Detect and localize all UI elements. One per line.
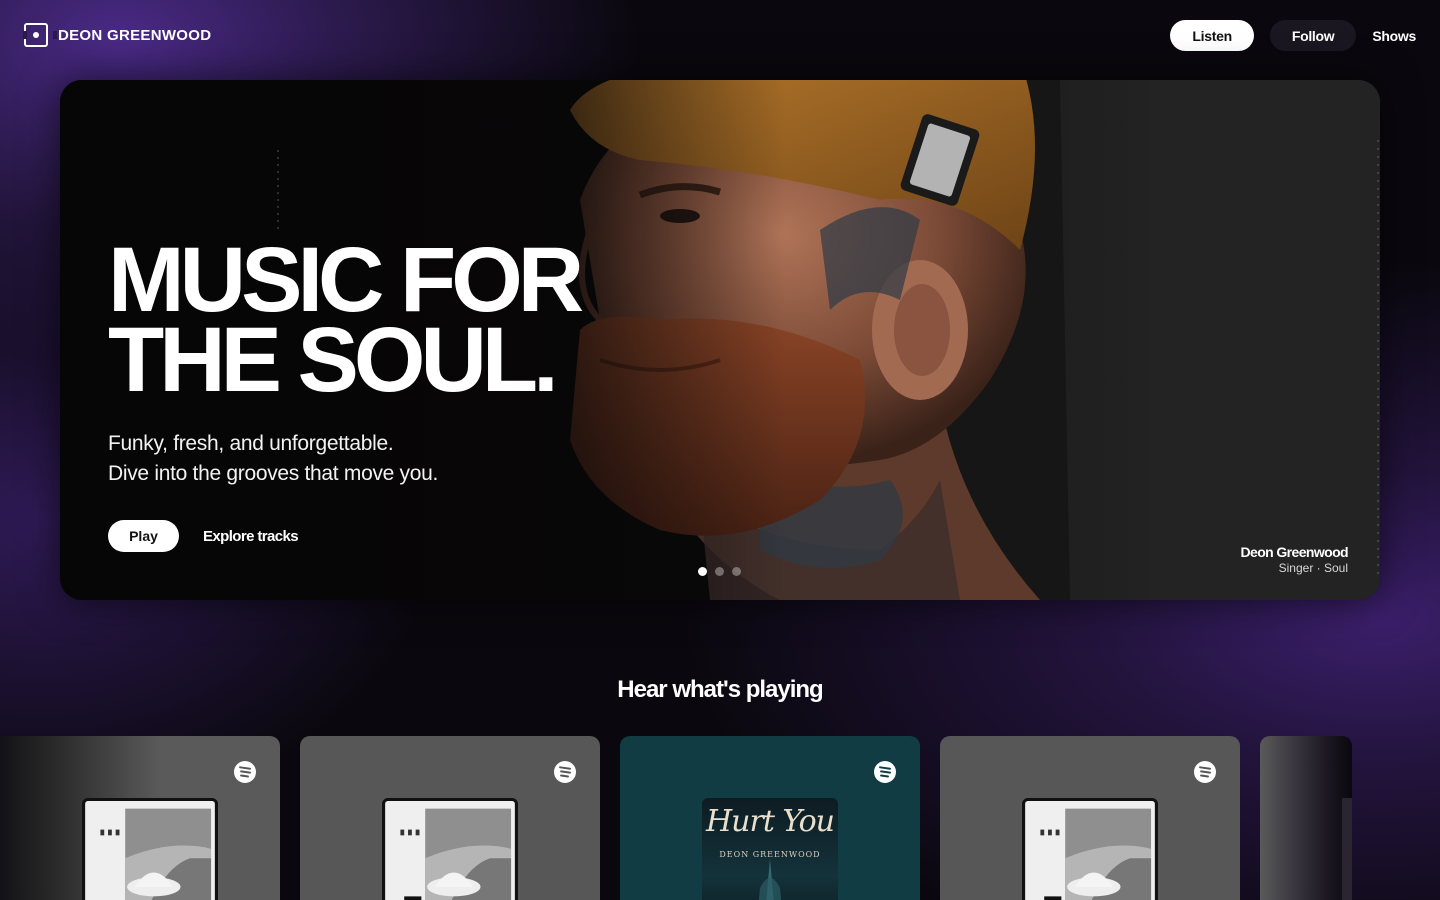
nav-shows-link[interactable]: Shows (1372, 28, 1416, 44)
album-cover-road (82, 798, 218, 900)
brand-logo[interactable]: DEON GREENWOOD (23, 23, 212, 47)
spotify-icon[interactable] (554, 761, 576, 783)
hero-subtitle-line-1: Funky, fresh, and unforgettable. (108, 432, 394, 455)
playlist-card-1[interactable] (0, 736, 280, 900)
brand-mark-icon (23, 23, 57, 47)
section-title: Hear what's playing (617, 676, 823, 703)
album-cover-road (1022, 798, 1158, 900)
site-header: DEON GREENWOOD Listen Follow Shows (0, 0, 1440, 72)
cover-figure (758, 858, 782, 900)
playlist-card-5[interactable] (1260, 736, 1352, 900)
album-cover-hurt-you: Hurt You DEON GREENWOOD (702, 798, 838, 900)
hero-subtitle: Funky, fresh, and unforgettable. Dive in… (108, 429, 438, 489)
hero-title: MUSIC FOR THE SOUL. (108, 229, 668, 411)
album-cover-road (382, 798, 518, 900)
hero-title-line-2: THE SOUL. (108, 309, 559, 411)
hero-banner: MUSIC FOR THE SOUL. Funky, fresh, and un… (60, 80, 1380, 600)
spotify-icon[interactable] (874, 761, 896, 783)
playlist-card-3[interactable]: Hurt You DEON GREENWOOD (620, 736, 920, 900)
main-nav: Listen Follow Shows (1170, 20, 1416, 51)
playlist-card-2[interactable] (300, 736, 600, 900)
carousel-dot-2[interactable] (715, 567, 724, 576)
play-button[interactable]: Play (108, 520, 179, 552)
credit-role: Singer · Soul (1278, 561, 1348, 575)
carousel-dot-1[interactable] (698, 567, 707, 576)
nav-follow-button[interactable]: Follow (1269, 20, 1357, 51)
playlist-carousel: Hurt You DEON GREENWOOD (0, 736, 1440, 900)
brand-name: DEON GREENWOOD (58, 26, 212, 44)
nav-listen-button[interactable]: Listen (1170, 20, 1254, 51)
photo-credit: Deon Greenwood Singer · Soul (1241, 544, 1349, 575)
hero-title-line-1: MUSIC FOR (108, 229, 584, 331)
credit-name: Deon Greenwood (1240, 544, 1349, 560)
spotify-icon[interactable] (1194, 761, 1216, 783)
explore-tracks-link[interactable]: Explore tracks (203, 528, 299, 545)
spotify-icon[interactable] (234, 761, 256, 783)
hero-actions: Play Explore tracks (108, 520, 299, 552)
playlist-card-4[interactable] (940, 736, 1240, 900)
carousel-dots (698, 567, 741, 576)
hero-subtitle-line-2: Dive into the grooves that move you. (108, 462, 439, 485)
album-cover-partial (1342, 798, 1352, 900)
cover-title: Hurt You (706, 804, 835, 839)
carousel-dot-3[interactable] (732, 567, 741, 576)
